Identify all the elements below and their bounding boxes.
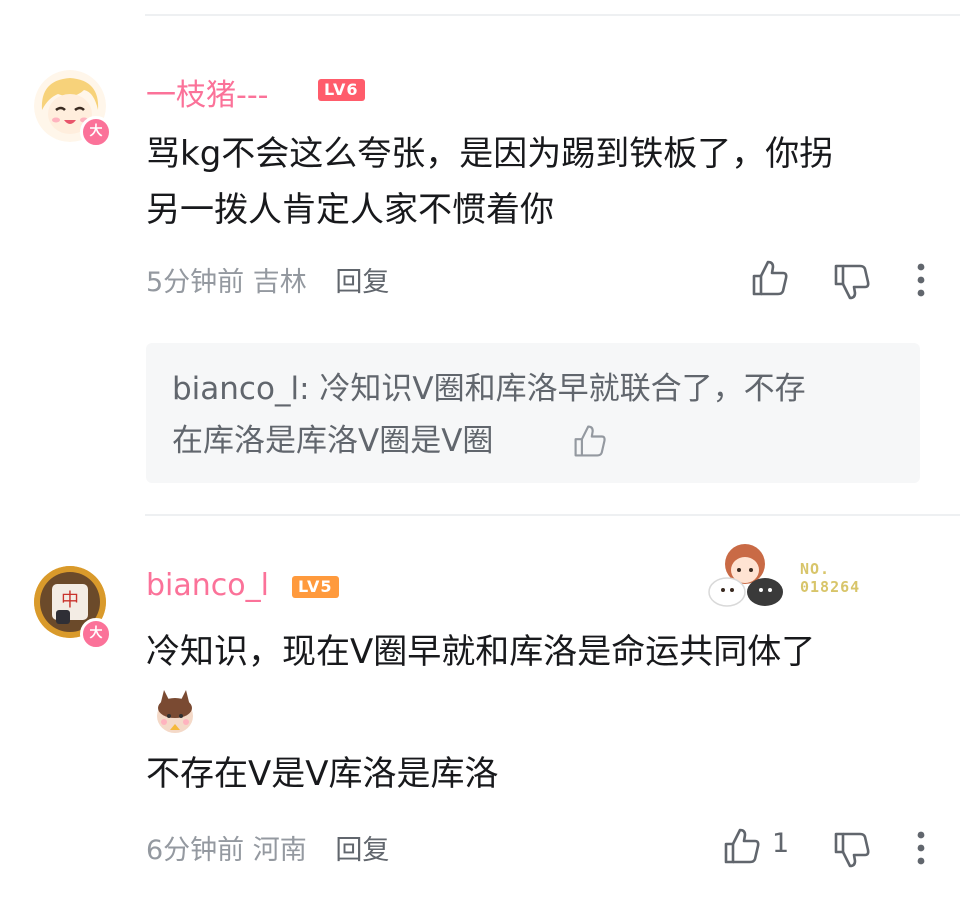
level-badge: LV6 (318, 79, 365, 101)
vip-badge: 大 (80, 116, 112, 148)
reply-text-line1: 冷知识V圈和库洛早就联合了，不存 (319, 371, 806, 407)
comment-meta: 5分钟前 吉林 回复 (146, 260, 389, 299)
thumb-up-icon[interactable] (750, 258, 790, 298)
thumb-down-icon[interactable] (832, 830, 872, 870)
comment-time: 6分钟前 (146, 835, 245, 866)
comment-text-line: 冷知识，现在V圈早就和库洛是命运共同体了 (146, 632, 816, 672)
fan-decoration-sticker (708, 544, 783, 607)
comment-time: 5分钟前 (146, 267, 245, 298)
top-divider (145, 14, 960, 16)
comment-text-line: 骂kg不会这么夸张，是因为踢到铁板了，你拐 (146, 134, 834, 174)
reply-button[interactable]: 回复 (335, 267, 389, 298)
comment-text: 不存在V是V库洛是库洛 (146, 746, 936, 802)
emoji-sticker (157, 690, 193, 733)
username[interactable]: 一枝猪--- (146, 70, 268, 114)
fan-badge-digits: 018264 (800, 578, 861, 596)
thumb-up-icon[interactable] (722, 826, 762, 866)
more-vertical-icon[interactable] (916, 830, 926, 866)
reply-username[interactable]: bianco_l (172, 371, 299, 407)
avatar-glyph: 中 (61, 590, 79, 611)
comment-location: 河南 (252, 835, 307, 866)
comment-text-line: 不存在V是V库洛是库洛 (146, 754, 499, 794)
reply-button[interactable]: 回复 (335, 835, 389, 866)
reply-preview-text: bianco_l: 冷知识V圈和库洛早就联合了，不存 在库洛是库洛V圈是V圈 (172, 363, 902, 467)
username[interactable]: bianco_l (146, 568, 269, 603)
reply-preview[interactable]: bianco_l: 冷知识V圈和库洛早就联合了，不存 在库洛是库洛V圈是V圈 (146, 343, 920, 483)
comment-location: 吉林 (252, 267, 307, 298)
fan-badge-number: NO. 018264 (800, 560, 860, 596)
like-count: 1 (772, 828, 790, 859)
reply-preview-line: 在库洛是库洛V圈是V圈 (172, 415, 902, 467)
reply-text-line2: 在库洛是库洛V圈是V圈 (172, 423, 494, 459)
reply-separator: : (299, 371, 320, 407)
thumb-down-icon[interactable] (832, 262, 872, 302)
comment-text: 骂kg不会这么夸张，是因为踢到铁板了，你拐 另一拨人肯定人家不惯着你 (146, 126, 936, 238)
level-badge: LV5 (292, 576, 339, 598)
comment-meta: 6分钟前 河南 回复 (146, 828, 389, 867)
comment-text-line: 另一拨人肯定人家不惯着你 (146, 190, 554, 230)
reply-preview-line: bianco_l: 冷知识V圈和库洛早就联合了，不存 (172, 363, 902, 415)
vip-badge: 大 (80, 618, 112, 650)
thumb-up-icon (574, 425, 606, 457)
fan-badge-prefix: NO. (800, 560, 831, 578)
comment-text: 冷知识，现在V圈早就和库洛是命运共同体了 (146, 624, 936, 680)
more-vertical-icon[interactable] (916, 262, 926, 298)
comment-divider (145, 514, 960, 516)
